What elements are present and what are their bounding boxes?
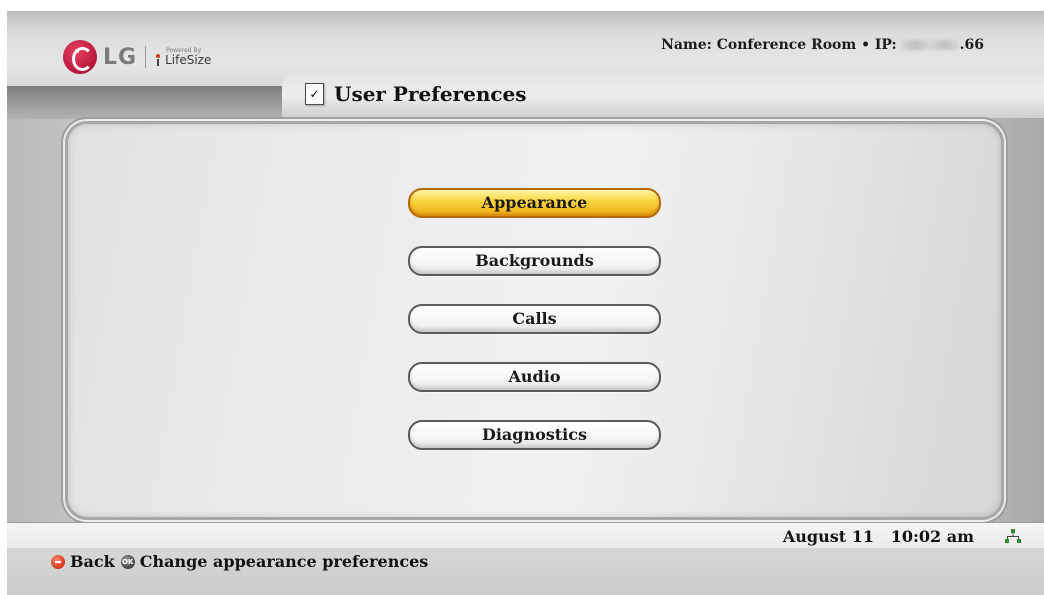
logo-divider	[145, 46, 147, 68]
hint-bar: Back OK Change appearance preferences	[7, 548, 1044, 595]
header-left-band	[7, 86, 292, 119]
powered-by-lifesize: Powered By LifeSize	[154, 48, 211, 66]
backgrounds-button[interactable]: Backgrounds	[408, 246, 661, 276]
logo: LG Powered By LifeSize	[63, 40, 211, 74]
checklist-icon: ✓	[305, 83, 324, 105]
calls-button[interactable]: Calls	[408, 304, 661, 334]
network-icon	[1005, 529, 1021, 543]
button-hints: Back OK Change appearance preferences	[51, 552, 428, 571]
back-icon[interactable]	[51, 554, 65, 569]
lifesize-icon	[154, 54, 162, 66]
screen-frame: LG Powered By LifeSize Name: Conference …	[7, 11, 1044, 595]
brand-name: LG	[103, 44, 138, 70]
status-bar: August 11 10:02 am	[7, 522, 1044, 549]
lg-logo-icon	[63, 40, 97, 74]
lifesize-text: LifeSize	[165, 53, 212, 67]
back-hint-label[interactable]: Back	[70, 552, 115, 571]
menu-panel: Appearance Backgrounds Calls Audio Diagn…	[65, 121, 1004, 520]
ip-suffix: .66	[959, 37, 984, 53]
ok-icon[interactable]: OK	[120, 554, 135, 569]
status-time: 10:02 am	[890, 527, 974, 546]
device-info: Name: Conference Room • IP: .66	[661, 37, 984, 53]
page-title-text: User Preferences	[334, 82, 527, 106]
page-title: ✓ User Preferences	[305, 78, 527, 110]
device-name-label: Name: Conference Room • IP:	[661, 37, 897, 53]
audio-button[interactable]: Audio	[408, 362, 661, 392]
ok-hint-label: Change appearance preferences	[139, 552, 429, 571]
appearance-button[interactable]: Appearance	[408, 188, 661, 218]
diagnostics-button[interactable]: Diagnostics	[408, 420, 661, 450]
ip-redacted	[900, 40, 959, 50]
status-date: August 11 10:02 am	[782, 527, 974, 546]
